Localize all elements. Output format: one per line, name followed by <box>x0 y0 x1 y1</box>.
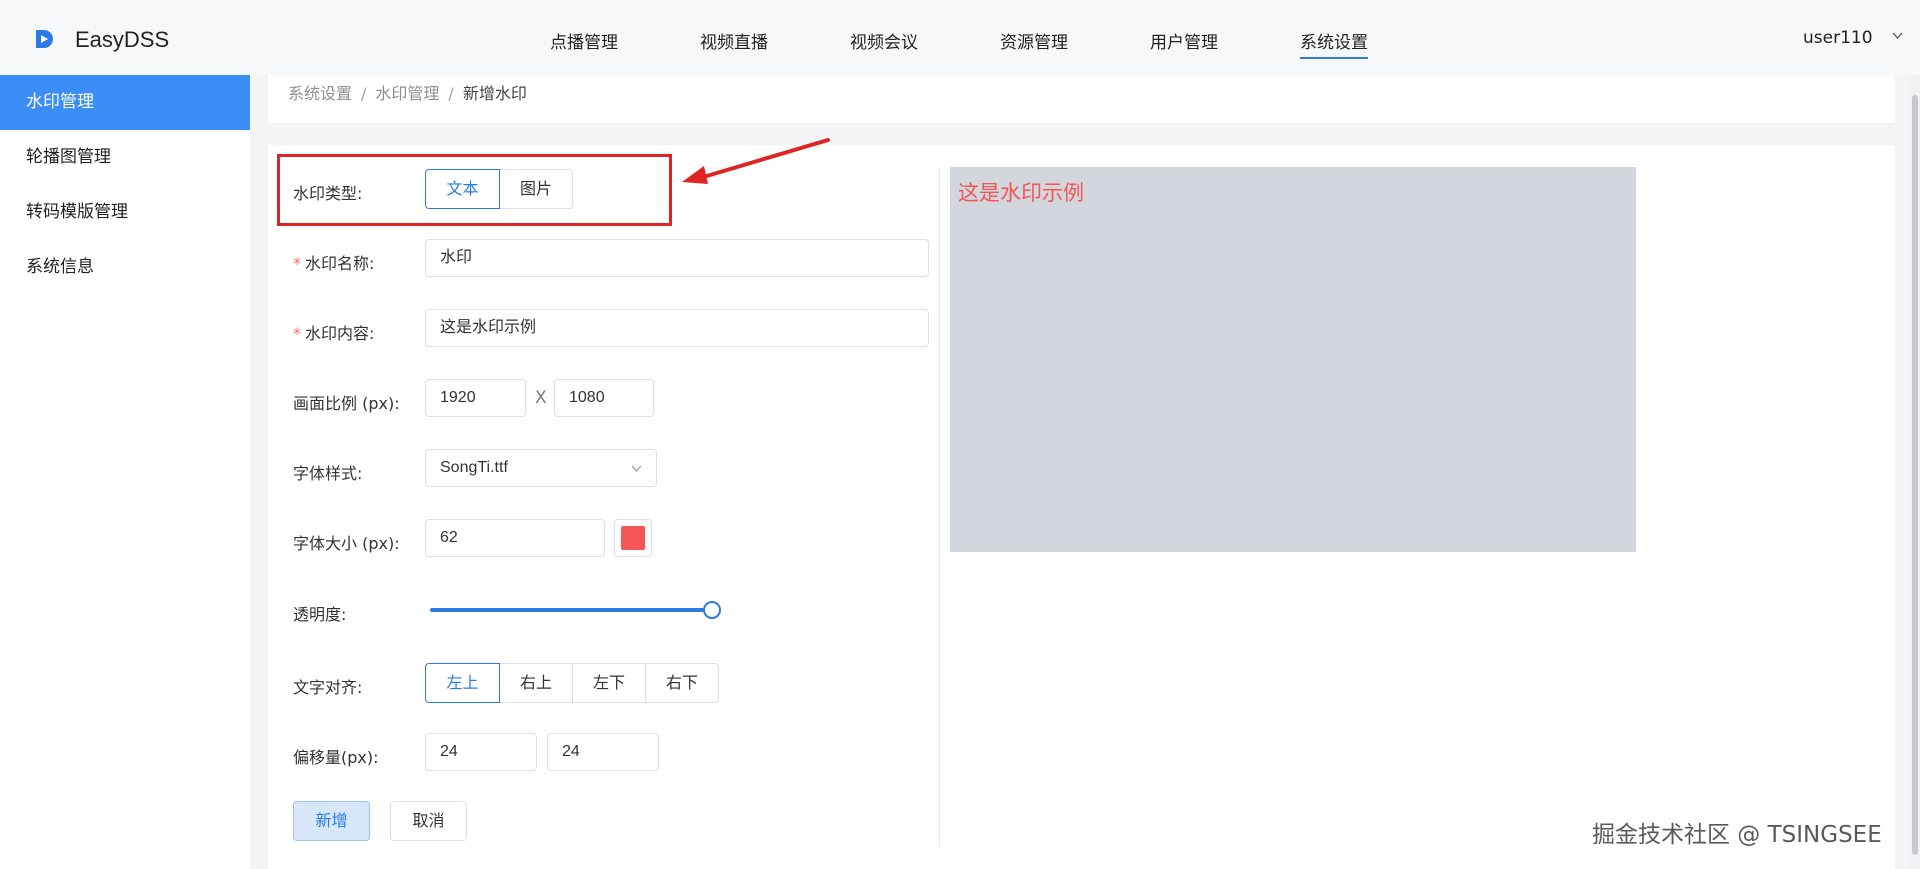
name-label: * 水印名称: <box>293 250 374 274</box>
font-style-label: 字体样式: <box>293 464 363 483</box>
font-style-select[interactable]: SongTi.ttf <box>425 449 657 487</box>
breadcrumb-separator: / <box>361 84 367 103</box>
opacity-slider-fill <box>430 608 712 612</box>
offset-y-input[interactable]: 24 <box>547 733 659 771</box>
align-bottom-right-button[interactable]: 右下 <box>645 663 719 703</box>
chevron-down-icon <box>1892 32 1903 39</box>
offset-x-input[interactable]: 24 <box>425 733 537 771</box>
top-navbar: EasyDSS 点播管理 视频直播 视频会议 资源管理 用户管理 系统设置 us… <box>0 0 1920 75</box>
name-label-text: 水印名称: <box>305 254 375 273</box>
font-style-value: SongTi.ttf <box>440 459 508 476</box>
color-picker[interactable] <box>614 519 652 557</box>
sidebar-item-carousel[interactable]: 轮播图管理 <box>0 130 250 185</box>
sidebar: 水印管理 轮播图管理 转码模版管理 系统信息 <box>0 75 250 869</box>
easydss-logo-icon <box>36 30 53 48</box>
required-mark: * <box>293 324 301 343</box>
nav-users[interactable]: 用户管理 <box>1150 28 1218 53</box>
chevron-down-icon <box>631 465 642 472</box>
nav-meeting[interactable]: 视频会议 <box>850 28 918 53</box>
site-watermark: 掘金技术社区 @ TSINGSEE <box>1592 822 1882 848</box>
sidebar-item-system-info[interactable]: 系统信息 <box>0 240 250 295</box>
column-divider <box>939 167 940 847</box>
opacity-slider-handle[interactable] <box>703 601 721 619</box>
page-scrollbar[interactable] <box>1910 75 1920 869</box>
cancel-button[interactable]: 取消 <box>390 801 467 841</box>
opacity-slider[interactable] <box>430 601 721 619</box>
align-label: 文字对齐: <box>293 678 363 697</box>
ratio-height-input[interactable]: 1080 <box>554 379 654 417</box>
align-toggle: 左上 右上 左下 右下 <box>425 663 719 703</box>
type-text-button[interactable]: 文本 <box>425 169 500 209</box>
name-input[interactable]: 水印 <box>425 239 929 277</box>
ratio-label: 画面比例 (px): <box>293 394 400 413</box>
color-swatch <box>621 526 645 550</box>
annotation-arrow-icon <box>682 138 830 184</box>
offset-label: 偏移量(px): <box>293 748 379 767</box>
required-mark: * <box>293 254 301 273</box>
font-size-input[interactable]: 62 <box>425 519 605 557</box>
align-top-right-button[interactable]: 右上 <box>499 663 573 703</box>
nav-resources[interactable]: 资源管理 <box>1000 28 1068 53</box>
user-menu[interactable]: user110 <box>1803 28 1903 48</box>
content-label-text: 水印内容: <box>305 324 375 343</box>
sidebar-item-watermark[interactable]: 水印管理 <box>0 75 250 130</box>
align-top-left-button[interactable]: 左上 <box>425 663 500 703</box>
username: user110 <box>1803 28 1873 48</box>
sidebar-item-transcode[interactable]: 转码模版管理 <box>0 185 250 240</box>
nav-vod[interactable]: 点播管理 <box>550 28 618 53</box>
type-image-button[interactable]: 图片 <box>499 169 573 209</box>
watermark-form-card: 水印类型: 文本 图片 * 水印名称: 水印 * 水印内容: 这是水印示例 画面比例… <box>268 145 1895 869</box>
content-label: * 水印内容: <box>293 320 374 344</box>
breadcrumb-item-watermark[interactable]: 水印管理 <box>375 84 439 103</box>
opacity-label: 透明度: <box>293 605 347 624</box>
brand-name: EasyDSS <box>75 27 170 52</box>
ratio-width-input[interactable]: 1920 <box>425 379 526 417</box>
breadcrumb-card: 系统设置 / 水印管理 / 新增水印 <box>268 75 1895 123</box>
ratio-times-sign: X <box>535 388 547 408</box>
align-bottom-left-button[interactable]: 左下 <box>572 663 646 703</box>
watermark-preview: 这是水印示例 <box>950 167 1636 552</box>
add-button[interactable]: 新增 <box>293 801 370 841</box>
scrollbar-thumb[interactable] <box>1912 95 1918 855</box>
preview-watermark-text: 这是水印示例 <box>958 181 1084 205</box>
breadcrumb-item-settings[interactable]: 系统设置 <box>288 84 352 103</box>
type-label: 水印类型: <box>293 184 363 203</box>
font-size-label: 字体大小 (px): <box>293 534 400 553</box>
breadcrumb-separator: / <box>448 84 454 103</box>
content-input[interactable]: 这是水印示例 <box>425 309 929 347</box>
type-toggle: 文本 图片 <box>425 169 573 209</box>
breadcrumb-item-current: 新增水印 <box>462 84 527 103</box>
breadcrumb: 系统设置 / 水印管理 / 新增水印 <box>288 80 527 104</box>
nav-live[interactable]: 视频直播 <box>700 28 768 53</box>
nav-settings[interactable]: 系统设置 <box>1300 28 1368 59</box>
